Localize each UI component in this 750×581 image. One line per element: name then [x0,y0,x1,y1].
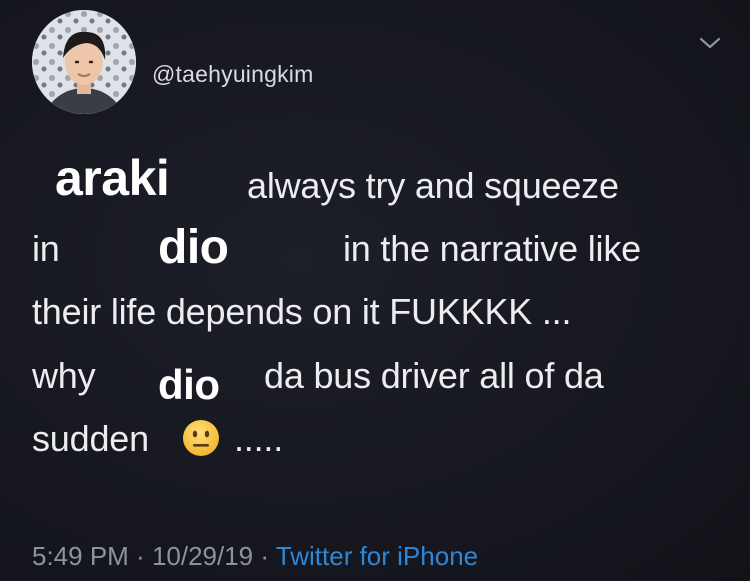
tweet-text-line-5-start: sudden [32,418,149,459]
tweet-text-line-4-start: why [32,355,96,396]
tweet-text-line-2-end: in the narrative like [343,228,641,269]
tweet-card: @taehyuingkim araki always try and squee… [0,0,750,581]
tweet-date: 10/29/19 [151,541,254,571]
tweet-text-line-3: their life depends on it FUKKKK ... [32,291,572,332]
tweet-footer: 5:49 PM · 10/29/19 · Twitter for iPhone [32,541,478,572]
overlay-word-araki: araki [55,150,170,206]
tweet-text-line-5-end: ..... [234,418,284,459]
username-handle[interactable]: @taehyuingkim [152,61,313,88]
tweet-source-link[interactable]: Twitter for iPhone [276,541,478,571]
tweet-text-line-2-start: in [32,228,60,269]
tweet-time: 5:49 PM [32,541,129,571]
tweet-text-line-1: always try and squeeze [247,165,619,206]
avatar[interactable] [32,10,136,114]
tweet-text-line-4-end: da bus driver all of da [264,355,604,396]
overlay-word-dio: dio [158,221,229,274]
separator-dot: · [253,541,276,571]
chevron-down-icon[interactable] [697,34,723,52]
overlay-word-dio: dio [158,361,220,408]
neutral-face-emoji-icon [183,420,219,456]
separator-dot: · [128,541,152,571]
